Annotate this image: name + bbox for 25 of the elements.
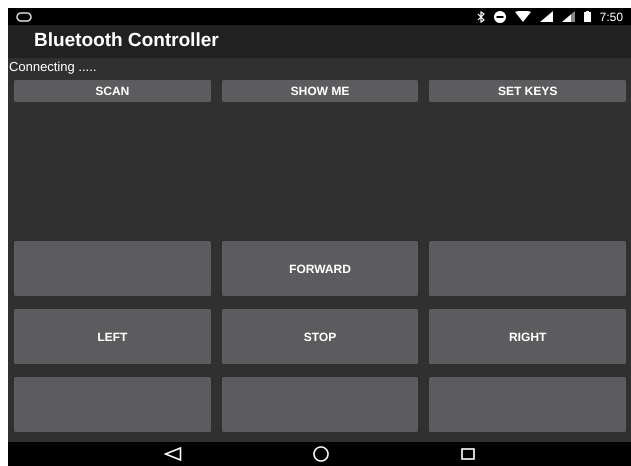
battery-icon (584, 11, 591, 22)
control-button[interactable]: LEFT (14, 309, 211, 364)
control-button[interactable]: RIGHT (429, 309, 626, 364)
blank-button[interactable] (429, 377, 626, 432)
blank-button[interactable] (14, 377, 211, 432)
signal-icon (540, 11, 553, 22)
back-icon[interactable] (164, 447, 182, 461)
clock-time: 7:50 (600, 10, 623, 22)
wifi-icon (514, 11, 531, 22)
blank-button[interactable] (14, 241, 211, 296)
blank-button[interactable] (222, 377, 418, 432)
action-button[interactable]: SHOW ME (222, 80, 418, 102)
action-button[interactable]: SCAN (14, 80, 211, 102)
signal-icon (562, 11, 575, 22)
control-button[interactable]: STOP (222, 309, 418, 364)
action-button[interactable]: SET KEYS (429, 80, 626, 102)
notification-icon (16, 12, 32, 22)
connection-status: Connecting ..... (8, 58, 98, 74)
blank-button[interactable] (429, 241, 626, 296)
recents-icon[interactable] (461, 448, 476, 460)
home-icon[interactable] (313, 446, 330, 462)
bluetooth-icon (476, 10, 485, 22)
app-title: Bluetooth Controller (34, 30, 219, 53)
control-button[interactable]: FORWARD (222, 241, 418, 296)
do-not-disturb-icon (494, 10, 506, 22)
